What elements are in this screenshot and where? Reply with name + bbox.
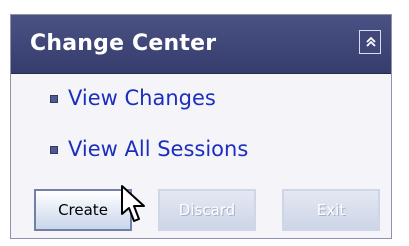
panel-body: View Changes View All Sessions Create Di… — [11, 74, 391, 238]
discard-button[interactable]: Discard — [158, 189, 256, 231]
collapse-button[interactable] — [359, 30, 381, 54]
view-changes-link[interactable]: View Changes — [68, 85, 216, 111]
panel-title: Change Center — [30, 31, 217, 56]
square-bullet-icon — [50, 145, 58, 154]
button-row: Create Discard Exit — [30, 189, 380, 235]
panel-header: Change Center — [11, 15, 391, 74]
view-all-sessions-link[interactable]: View All Sessions — [68, 136, 248, 162]
view-all-sessions-item[interactable]: View All Sessions — [50, 135, 248, 163]
view-changes-item[interactable]: View Changes — [50, 84, 216, 112]
exit-button[interactable]: Exit — [282, 189, 380, 231]
square-bullet-icon — [50, 94, 58, 103]
create-button[interactable]: Create — [34, 189, 132, 231]
change-center-panel: Change Center View Changes View All Sess… — [10, 14, 392, 239]
